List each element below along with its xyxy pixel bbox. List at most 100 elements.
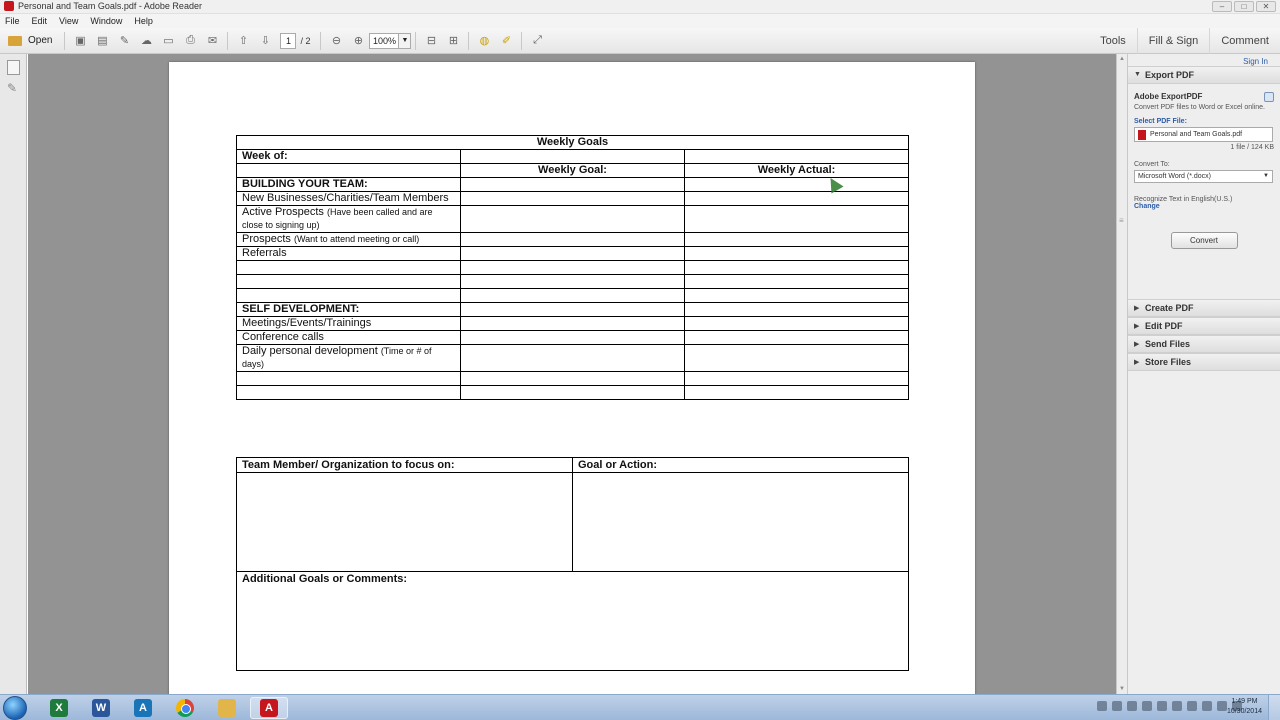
zoom-in-icon[interactable]: ⊕	[349, 32, 367, 50]
pdf-file-icon	[1138, 129, 1146, 140]
additional-comments-label: Additional Goals or Comments:	[236, 571, 909, 671]
table-cell	[460, 302, 685, 317]
chrome-icon	[176, 699, 194, 717]
zoom-out-icon[interactable]: ⊖	[327, 32, 345, 50]
cloud-icon[interactable]: ☁	[137, 32, 155, 50]
recognize-text-label: Recognize Text in English(U.S.)	[1134, 196, 1233, 203]
network-icon[interactable]	[1202, 701, 1212, 711]
next-page-icon[interactable]: ⇩	[256, 32, 274, 50]
scroll-up-icon[interactable]: ▲	[1119, 56, 1125, 62]
table-cell	[460, 260, 685, 275]
close-button[interactable]: ✕	[1256, 1, 1276, 12]
create-pdf-label: Create PDF	[1145, 303, 1194, 313]
app-a-taskbar-button[interactable]: A	[124, 697, 162, 719]
menu-window[interactable]: Window	[90, 14, 122, 28]
convert-button[interactable]: Convert	[1170, 232, 1238, 249]
edit-icon[interactable]: ✎	[115, 32, 133, 50]
meetings-row-label: Meetings/Events/Trainings	[236, 316, 461, 331]
tray-icon[interactable]	[1127, 701, 1137, 711]
referrals-row-label: Referrals	[236, 246, 461, 261]
folder-icon	[218, 699, 236, 717]
selected-file-field[interactable]: Personal and Team Goals.pdf	[1134, 127, 1273, 142]
app-a-icon: A	[134, 699, 152, 717]
system-tray	[1097, 701, 1242, 711]
previous-page-icon[interactable]: ⇧	[234, 32, 252, 50]
document-pane[interactable]: Weekly Goals Week of: Weekly Goal: Weekl…	[28, 54, 1116, 694]
tab-tools[interactable]: Tools	[1089, 28, 1137, 54]
menu-help[interactable]: Help	[134, 14, 153, 28]
menu-file[interactable]: File	[5, 14, 20, 28]
export-pdf-header[interactable]: ▼ Export PDF	[1128, 66, 1280, 84]
goal-action-header: Goal or Action:	[572, 457, 909, 473]
convert-to-value: Microsoft Word (*.docx)	[1138, 173, 1211, 180]
tray-icon[interactable]	[1142, 701, 1152, 711]
word-taskbar-button[interactable]: W	[82, 697, 120, 719]
tab-comment[interactable]: Comment	[1209, 28, 1280, 54]
weekly-goals-table: Weekly Goals Week of: Weekly Goal: Weekl…	[235, 135, 910, 400]
highlight-icon[interactable]: ✐	[497, 32, 515, 50]
explorer-taskbar-button[interactable]	[208, 697, 246, 719]
active-prospects-label: Active Prospects	[242, 206, 324, 218]
tray-icon[interactable]	[1217, 701, 1227, 711]
edit-pdf-header[interactable]: ▶ Edit PDF	[1128, 317, 1280, 335]
vertical-scrollbar[interactable]: ▲ ≡ ▼	[1116, 54, 1127, 694]
menu-view[interactable]: View	[59, 14, 78, 28]
volume-icon[interactable]	[1187, 701, 1197, 711]
tray-icon[interactable]	[1097, 701, 1107, 711]
tray-icon[interactable]	[1112, 701, 1122, 711]
combine-files-icon[interactable]: ▤	[93, 32, 111, 50]
change-language-link[interactable]: Change	[1134, 203, 1274, 210]
send-files-header[interactable]: ▶ Send Files	[1128, 335, 1280, 353]
chrome-taskbar-button[interactable]	[166, 697, 204, 719]
create-pdf-icon[interactable]: ▣	[71, 32, 89, 50]
table-cell	[683, 274, 910, 289]
excel-icon: X	[50, 699, 68, 717]
fit-page-icon[interactable]: ⊟	[422, 32, 440, 50]
weekly-goal-header: Weekly Goal:	[460, 163, 685, 178]
export-info-icon[interactable]	[1264, 92, 1274, 102]
start-button[interactable]	[3, 696, 27, 720]
scroll-down-icon[interactable]: ▼	[1119, 686, 1125, 692]
send-files-label: Send Files	[1145, 339, 1191, 349]
table-cell	[683, 344, 910, 372]
table-cell	[683, 371, 910, 386]
new-businesses-row-label: New Businesses/Charities/Team Members	[236, 191, 461, 206]
zoom-input[interactable]: 100%	[369, 32, 400, 49]
zoom-dropdown-icon[interactable]: ▼	[399, 32, 412, 49]
toolbar-divider	[415, 31, 417, 50]
maximize-button[interactable]: □	[1234, 1, 1254, 12]
signature-icon[interactable]: ✎	[7, 81, 20, 96]
fit-width-icon[interactable]: ⊞	[444, 32, 462, 50]
page-thumbnails-icon[interactable]	[7, 60, 20, 75]
adobe-reader-icon: A	[260, 699, 278, 717]
table-cell	[460, 177, 685, 192]
clock[interactable]: 1:49 PM 10/30/2014	[1227, 697, 1262, 717]
table-cell	[683, 191, 910, 206]
adobe-reader-taskbar-button[interactable]: A	[250, 697, 288, 719]
email-icon[interactable]: ✉	[203, 32, 221, 50]
open-label: Open	[28, 35, 53, 46]
convert-to-select[interactable]: Microsoft Word (*.docx) ▼	[1134, 170, 1273, 183]
tab-fill-sign[interactable]: Fill & Sign	[1136, 28, 1210, 54]
sign-in-link[interactable]: Sign In	[1243, 57, 1268, 66]
convert-to-label: Convert To:	[1134, 161, 1170, 168]
comment-icon[interactable]: ◍	[475, 32, 493, 50]
excel-taskbar-button[interactable]: X	[40, 697, 78, 719]
save-icon[interactable]: ▭	[159, 32, 177, 50]
minimize-button[interactable]: –	[1212, 1, 1232, 12]
create-pdf-header[interactable]: ▶ Create PDF	[1128, 299, 1280, 317]
tray-icon[interactable]	[1172, 701, 1182, 711]
left-nav-panel: ✎	[0, 54, 27, 694]
show-desktop-button[interactable]	[1268, 695, 1280, 720]
scroll-grip-icon[interactable]: ≡	[1119, 216, 1124, 225]
menu-edit[interactable]: Edit	[32, 14, 48, 28]
store-files-header[interactable]: ▶ Store Files	[1128, 353, 1280, 371]
page-number-input[interactable]: 1	[280, 32, 297, 49]
menu-bar: File Edit View Window Help	[0, 14, 1280, 28]
expand-icon[interactable]: ⤢	[528, 32, 546, 50]
open-button[interactable]: Open	[0, 30, 60, 52]
print-icon[interactable]: ⎙	[181, 32, 199, 50]
table-cell	[683, 330, 910, 345]
table-cell	[460, 344, 685, 372]
tray-icon[interactable]	[1157, 701, 1167, 711]
